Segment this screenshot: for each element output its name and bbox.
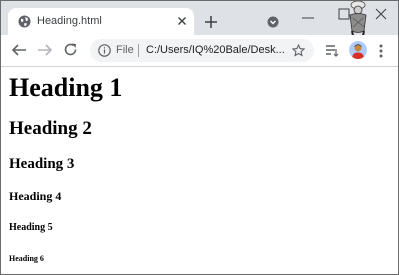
profile-avatar[interactable] [349, 41, 367, 59]
globe-icon [18, 15, 31, 28]
menu-dots-icon[interactable] [379, 44, 383, 58]
tab-heading-html[interactable]: Heading.html [8, 8, 194, 35]
browser-toolbar: File C:/Users/IQ%20Bale/Desk... [1, 35, 398, 66]
forward-arrow-icon[interactable] [37, 43, 53, 57]
url-text[interactable]: C:/Users/IQ%20Bale/Desk... [146, 44, 285, 57]
reading-list-icon[interactable] [325, 44, 339, 57]
scheme-label: File [116, 44, 134, 56]
minimize-icon[interactable] [301, 13, 315, 23]
back-arrow-icon[interactable] [11, 43, 27, 57]
tab-title: Heading.html [37, 15, 102, 27]
heading-5: Heading 5 [9, 222, 53, 233]
window-close-icon[interactable] [375, 8, 387, 20]
tab-search-icon[interactable] [267, 16, 279, 28]
heading-1: Heading 1 [9, 73, 123, 102]
reload-icon[interactable] [63, 42, 78, 57]
new-tab-plus-icon[interactable] [203, 14, 219, 30]
heading-6: Heading 6 [9, 254, 44, 263]
heading-4: Heading 4 [9, 189, 62, 203]
page-content: Heading 1 Heading 2 Heading 3 Heading 4 … [1, 67, 398, 274]
browser-window: Heading.html File C:/Users/IQ%20Bale/Des… [0, 0, 399, 275]
tab-strip: Heading.html [1, 1, 398, 46]
address-bar[interactable]: File C:/Users/IQ%20Bale/Desk... [90, 39, 314, 62]
omnibox-separator [138, 44, 139, 57]
tab-close-icon[interactable] [175, 14, 189, 28]
info-icon[interactable] [98, 44, 111, 57]
star-icon[interactable] [292, 44, 305, 57]
heading-3: Heading 3 [9, 156, 75, 172]
heading-2: Heading 2 [9, 118, 92, 139]
